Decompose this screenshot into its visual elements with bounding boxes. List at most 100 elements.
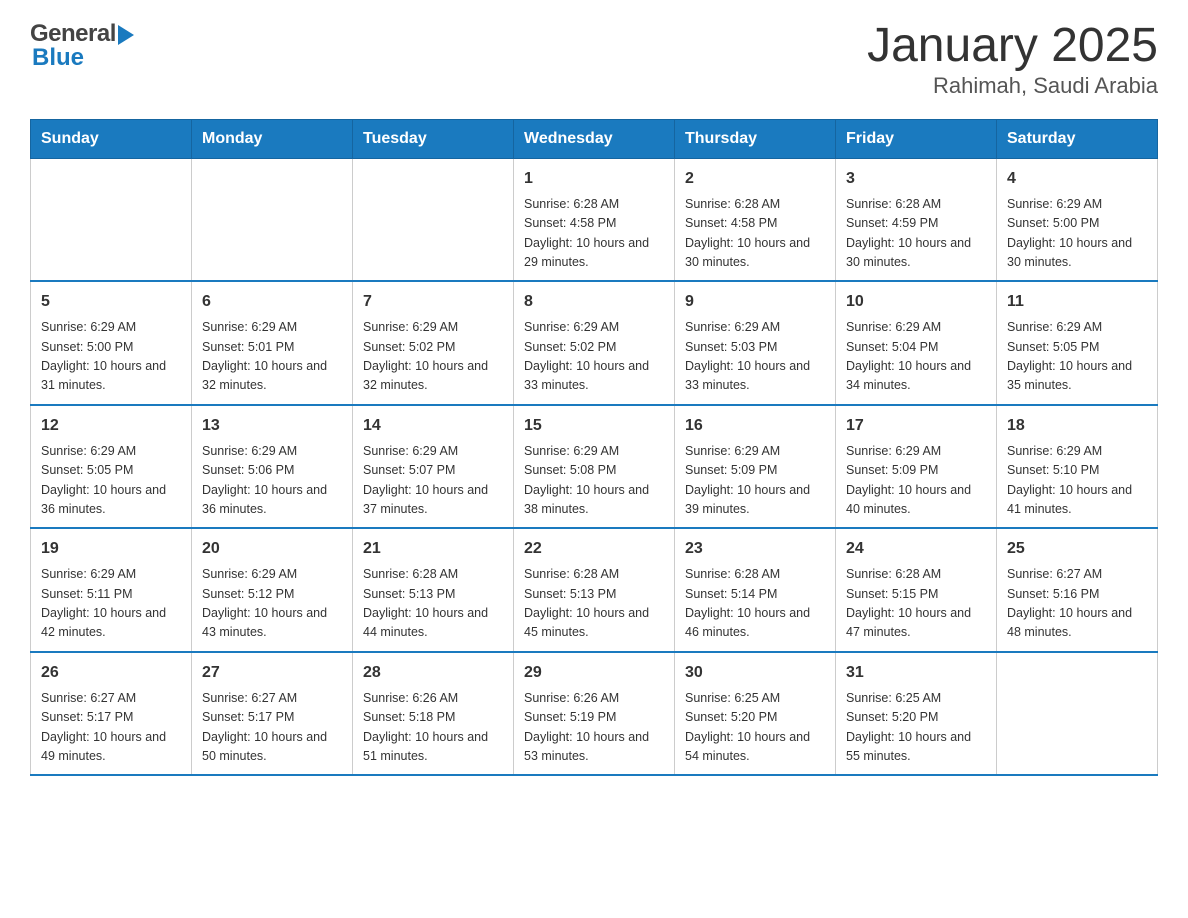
day-of-week-header: Monday: [192, 119, 353, 158]
logo: General Blue: [30, 20, 134, 72]
day-info: Sunrise: 6:27 AMSunset: 5:16 PMDaylight:…: [1007, 565, 1147, 643]
day-info: Sunrise: 6:29 AMSunset: 5:02 PMDaylight:…: [363, 318, 503, 396]
calendar-cell: 18Sunrise: 6:29 AMSunset: 5:10 PMDayligh…: [997, 405, 1158, 529]
calendar-cell: 16 Sunrise: 6:29 AMSunset: 5:09 PMDayligh…: [675, 405, 836, 529]
day-number: 5: [41, 290, 181, 314]
calendar-week-row: 19 Sunrise: 6:29 AMSunset: 5:11 PMDayligh…: [31, 528, 1158, 652]
day-of-week-header: Wednesday: [514, 119, 675, 158]
day-of-week-header: Friday: [836, 119, 997, 158]
calendar-cell: 20 Sunrise: 6:29 AMSunset: 5:12 PMDayligh…: [192, 528, 353, 652]
day-info: Sunrise: 6:29 AMSunset: 5:12 PMDaylight:…: [202, 565, 342, 643]
logo-arrow-icon: [118, 25, 134, 45]
day-number: 19: [41, 537, 181, 561]
calendar-cell: 1 Sunrise: 6:28 AMSunset: 4:58 PMDaylight…: [514, 158, 675, 281]
calendar-cell: 7 Sunrise: 6:29 AMSunset: 5:02 PMDaylight…: [353, 281, 514, 405]
day-info: Sunrise: 6:29 AMSunset: 5:09 PMDaylight:…: [685, 442, 825, 520]
day-of-week-header: Tuesday: [353, 119, 514, 158]
calendar-cell: 21Sunrise: 6:28 AMSunset: 5:13 PMDayligh…: [353, 528, 514, 652]
day-info: Sunrise: 6:28 AMSunset: 4:58 PMDaylight:…: [685, 195, 825, 273]
day-info: Sunrise: 6:29 AMSunset: 5:04 PMDaylight:…: [846, 318, 986, 396]
day-number: 7: [363, 290, 503, 314]
calendar-cell: 5 Sunrise: 6:29 AMSunset: 5:00 PMDaylight…: [31, 281, 192, 405]
calendar-cell: [997, 652, 1158, 776]
calendar-cell: 22Sunrise: 6:28 AMSunset: 5:13 PMDayligh…: [514, 528, 675, 652]
day-info: Sunrise: 6:29 AMSunset: 5:11 PMDaylight:…: [41, 565, 181, 643]
calendar-cell: 30Sunrise: 6:25 AMSunset: 5:20 PMDayligh…: [675, 652, 836, 776]
calendar-subtitle: Rahimah, Saudi Arabia: [867, 73, 1158, 99]
calendar-cell: 25Sunrise: 6:27 AMSunset: 5:16 PMDayligh…: [997, 528, 1158, 652]
calendar-title: January 2025: [867, 20, 1158, 73]
day-info: Sunrise: 6:29 AMSunset: 5:05 PMDaylight:…: [1007, 318, 1147, 396]
calendar-week-row: 1 Sunrise: 6:28 AMSunset: 4:58 PMDaylight…: [31, 158, 1158, 281]
day-info: Sunrise: 6:29 AMSunset: 5:02 PMDaylight:…: [524, 318, 664, 396]
day-number: 12: [41, 414, 181, 438]
day-info: Sunrise: 6:29 AMSunset: 5:08 PMDaylight:…: [524, 442, 664, 520]
calendar-cell: 13 Sunrise: 6:29 AMSunset: 5:06 PMDayligh…: [192, 405, 353, 529]
page-header: General Blue January 2025 Rahimah, Saudi…: [30, 20, 1158, 99]
day-number: 27: [202, 661, 342, 685]
day-info: Sunrise: 6:28 AMSunset: 4:58 PMDaylight:…: [524, 195, 664, 273]
day-info: Sunrise: 6:28 AMSunset: 5:15 PMDaylight:…: [846, 565, 986, 643]
calendar-cell: 28Sunrise: 6:26 AMSunset: 5:18 PMDayligh…: [353, 652, 514, 776]
day-info: Sunrise: 6:29 AMSunset: 5:00 PMDaylight:…: [41, 318, 181, 396]
calendar-cell: 15 Sunrise: 6:29 AMSunset: 5:08 PMDayligh…: [514, 405, 675, 529]
day-of-week-header: Sunday: [31, 119, 192, 158]
day-info: Sunrise: 6:26 AMSunset: 5:19 PMDaylight:…: [524, 689, 664, 767]
day-number: 4: [1007, 167, 1147, 191]
day-info: Sunrise: 6:27 AMSunset: 5:17 PMDaylight:…: [41, 689, 181, 767]
calendar-table: SundayMondayTuesdayWednesdayThursdayFrid…: [30, 119, 1158, 777]
calendar-cell: 19 Sunrise: 6:29 AMSunset: 5:11 PMDayligh…: [31, 528, 192, 652]
day-info: Sunrise: 6:29 AMSunset: 5:03 PMDaylight:…: [685, 318, 825, 396]
day-number: 17: [846, 414, 986, 438]
logo-blue-text: Blue: [32, 44, 84, 72]
day-info: Sunrise: 6:28 AMSunset: 5:14 PMDaylight:…: [685, 565, 825, 643]
day-info: Sunrise: 6:29 AMSunset: 5:07 PMDaylight:…: [363, 442, 503, 520]
calendar-cell: 9Sunrise: 6:29 AMSunset: 5:03 PMDaylight…: [675, 281, 836, 405]
day-info: Sunrise: 6:29 AMSunset: 5:06 PMDaylight:…: [202, 442, 342, 520]
calendar-cell: 23 Sunrise: 6:28 AMSunset: 5:14 PMDayligh…: [675, 528, 836, 652]
day-number: 8: [524, 290, 664, 314]
day-number: 14: [363, 414, 503, 438]
day-number: 23: [685, 537, 825, 561]
calendar-cell: 6 Sunrise: 6:29 AMSunset: 5:01 PMDaylight…: [192, 281, 353, 405]
calendar-cell: 12 Sunrise: 6:29 AMSunset: 5:05 PMDayligh…: [31, 405, 192, 529]
day-number: 24: [846, 537, 986, 561]
calendar-week-row: 26 Sunrise: 6:27 AMSunset: 5:17 PMDayligh…: [31, 652, 1158, 776]
calendar-cell: 26 Sunrise: 6:27 AMSunset: 5:17 PMDayligh…: [31, 652, 192, 776]
calendar-week-row: 5 Sunrise: 6:29 AMSunset: 5:00 PMDaylight…: [31, 281, 1158, 405]
calendar-cell: 17Sunrise: 6:29 AMSunset: 5:09 PMDayligh…: [836, 405, 997, 529]
calendar-cell: 2 Sunrise: 6:28 AMSunset: 4:58 PMDaylight…: [675, 158, 836, 281]
day-number: 15: [524, 414, 664, 438]
day-number: 21: [363, 537, 503, 561]
calendar-cell: 31 Sunrise: 6:25 AMSunset: 5:20 PMDayligh…: [836, 652, 997, 776]
day-number: 10: [846, 290, 986, 314]
calendar-cell: [192, 158, 353, 281]
calendar-cell: 24 Sunrise: 6:28 AMSunset: 5:15 PMDayligh…: [836, 528, 997, 652]
day-number: 13: [202, 414, 342, 438]
calendar-cell: 27Sunrise: 6:27 AMSunset: 5:17 PMDayligh…: [192, 652, 353, 776]
day-info: Sunrise: 6:29 AMSunset: 5:01 PMDaylight:…: [202, 318, 342, 396]
calendar-cell: [353, 158, 514, 281]
day-info: Sunrise: 6:25 AMSunset: 5:20 PMDaylight:…: [846, 689, 986, 767]
title-block: January 2025 Rahimah, Saudi Arabia: [867, 20, 1158, 99]
day-number: 16: [685, 414, 825, 438]
calendar-header-row: SundayMondayTuesdayWednesdayThursdayFrid…: [31, 119, 1158, 158]
calendar-cell: 10 Sunrise: 6:29 AMSunset: 5:04 PMDayligh…: [836, 281, 997, 405]
day-number: 30: [685, 661, 825, 685]
day-number: 2: [685, 167, 825, 191]
day-number: 18: [1007, 414, 1147, 438]
day-number: 11: [1007, 290, 1147, 314]
day-number: 20: [202, 537, 342, 561]
day-number: 6: [202, 290, 342, 314]
day-number: 31: [846, 661, 986, 685]
day-of-week-header: Thursday: [675, 119, 836, 158]
calendar-week-row: 12 Sunrise: 6:29 AMSunset: 5:05 PMDayligh…: [31, 405, 1158, 529]
day-info: Sunrise: 6:29 AMSunset: 5:05 PMDaylight:…: [41, 442, 181, 520]
day-info: Sunrise: 6:26 AMSunset: 5:18 PMDaylight:…: [363, 689, 503, 767]
day-info: Sunrise: 6:28 AMSunset: 4:59 PMDaylight:…: [846, 195, 986, 273]
calendar-cell: 11 Sunrise: 6:29 AMSunset: 5:05 PMDayligh…: [997, 281, 1158, 405]
day-number: 29: [524, 661, 664, 685]
day-number: 3: [846, 167, 986, 191]
day-number: 26: [41, 661, 181, 685]
day-number: 1: [524, 167, 664, 191]
